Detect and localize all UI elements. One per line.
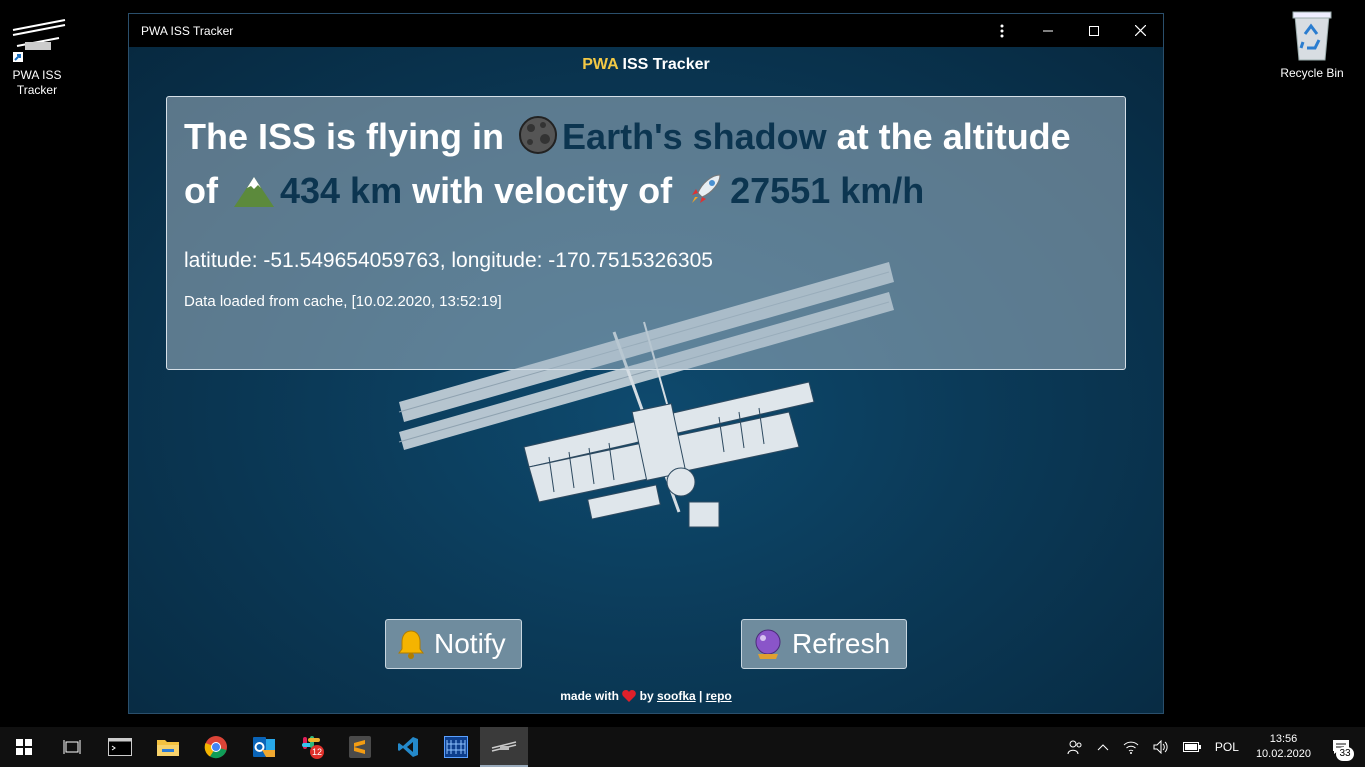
- task-view-button[interactable]: [48, 727, 96, 767]
- close-icon: [1134, 25, 1146, 36]
- taskbar-file-explorer[interactable]: [144, 727, 192, 767]
- clock[interactable]: 13:56 10.02.2020: [1256, 732, 1311, 762]
- file-explorer-icon: [157, 740, 179, 756]
- taskbar-outlook[interactable]: [240, 727, 288, 767]
- slack-badge: 12: [312, 747, 322, 757]
- people-icon[interactable]: [1067, 739, 1083, 755]
- bell-icon: [396, 628, 426, 660]
- task-view-icon: [63, 740, 81, 754]
- minimize-button[interactable]: [1025, 14, 1071, 47]
- desktop-icon-label: PWA ISS Tracker: [12, 68, 62, 97]
- clock-date: 10.02.2020: [1255, 748, 1311, 760]
- maximize-button[interactable]: [1071, 14, 1117, 47]
- headline-text: The ISS is flying in: [184, 116, 515, 157]
- title-bar[interactable]: PWA ISS Tracker: [129, 14, 1163, 47]
- outlook-icon: [253, 737, 275, 757]
- cache-status: Data loaded from cache, [10.02.2020, 13:…: [184, 293, 502, 310]
- maximize-icon: [1089, 25, 1099, 36]
- start-icon: [16, 739, 32, 755]
- refresh-label: Refresh: [792, 628, 891, 659]
- clock-time: 13:56: [1269, 733, 1298, 745]
- more-vert-icon: [1000, 24, 1004, 37]
- start-button[interactable]: [0, 727, 48, 767]
- desktop-icon-iss-tracker[interactable]: PWA ISS Tracker: [2, 18, 72, 98]
- desktop-icon-recycle-bin[interactable]: Recycle Bin: [1277, 8, 1347, 81]
- iss-status-card: The ISS is flying in Earth's shadow at t…: [166, 96, 1126, 370]
- iss-status-headline: The ISS is flying in Earth's shadow at t…: [184, 113, 1108, 221]
- shadow-status: Earth's shadow: [562, 116, 827, 157]
- slack-icon: 12: [302, 736, 324, 759]
- taskbar-vscode[interactable]: [384, 727, 432, 767]
- taskbar-chrome[interactable]: [192, 727, 240, 767]
- terminal-icon: [108, 738, 132, 756]
- crystal-ball-icon: [752, 628, 784, 660]
- app-header-accent: PWA: [582, 56, 619, 73]
- window-title: PWA ISS Tracker: [141, 23, 234, 38]
- app-grid-icon: [444, 736, 468, 758]
- iss-icon: [12, 19, 66, 62]
- refresh-button[interactable]: Refresh: [741, 619, 907, 669]
- headline-text: with velocity of: [402, 170, 683, 211]
- taskbar: 12 POL 13:56 10.02.2020 33: [0, 727, 1365, 767]
- app-window: PWA ISS Tracker PWA ISS Tracker The ISS …: [128, 13, 1164, 714]
- velocity-value: 27551 km/h: [730, 170, 925, 211]
- repo-link[interactable]: repo: [706, 689, 732, 703]
- footer: made with by soofka | repo: [129, 689, 1163, 705]
- taskbar-iss-tracker[interactable]: [480, 727, 528, 767]
- taskbar-app-grid[interactable]: [432, 727, 480, 767]
- system-tray: POL 13:56 10.02.2020 33: [1060, 727, 1365, 767]
- notify-label: Notify: [434, 628, 506, 659]
- app-header: PWA ISS Tracker: [129, 56, 1163, 74]
- app-content: PWA ISS Tracker The ISS is flying in Ear…: [129, 47, 1163, 713]
- iss-tracker-icon: [491, 741, 517, 752]
- action-center-button[interactable]: 33: [1328, 727, 1358, 767]
- sublime-icon: [349, 736, 371, 758]
- author-link[interactable]: soofka: [657, 689, 696, 703]
- vscode-icon: [398, 737, 418, 757]
- footer-made-with: made with: [560, 689, 619, 703]
- footer-separator: |: [699, 689, 703, 703]
- altitude-value: 434 km: [279, 170, 403, 211]
- close-button[interactable]: [1117, 14, 1163, 47]
- more-options-button[interactable]: [979, 14, 1025, 47]
- chevron-up-icon[interactable]: [1097, 743, 1109, 751]
- wifi-icon[interactable]: [1123, 740, 1139, 754]
- language-indicator[interactable]: POL: [1215, 740, 1239, 754]
- heart-icon: [622, 690, 637, 705]
- moon-icon: [518, 115, 558, 167]
- rocket-icon: [686, 169, 726, 221]
- recycle-bin-icon: [1292, 11, 1332, 61]
- mountain-icon: [232, 173, 276, 221]
- taskbar-sublime[interactable]: [336, 727, 384, 767]
- desktop-icon-label: Recycle Bin: [1280, 66, 1344, 80]
- footer-by: by: [639, 689, 654, 703]
- battery-icon[interactable]: [1182, 741, 1201, 753]
- minimize-icon: [1043, 30, 1053, 31]
- notification-count: 33: [1336, 747, 1354, 761]
- taskbar-slack[interactable]: 12: [288, 727, 336, 767]
- chrome-icon: [204, 736, 227, 759]
- app-header-title: ISS Tracker: [618, 56, 710, 73]
- coordinates: latitude: -51.549654059763, longitude: -…: [184, 249, 713, 272]
- taskbar-terminal[interactable]: [96, 727, 144, 767]
- volume-icon[interactable]: [1153, 740, 1169, 754]
- notify-button[interactable]: Notify: [385, 619, 522, 669]
